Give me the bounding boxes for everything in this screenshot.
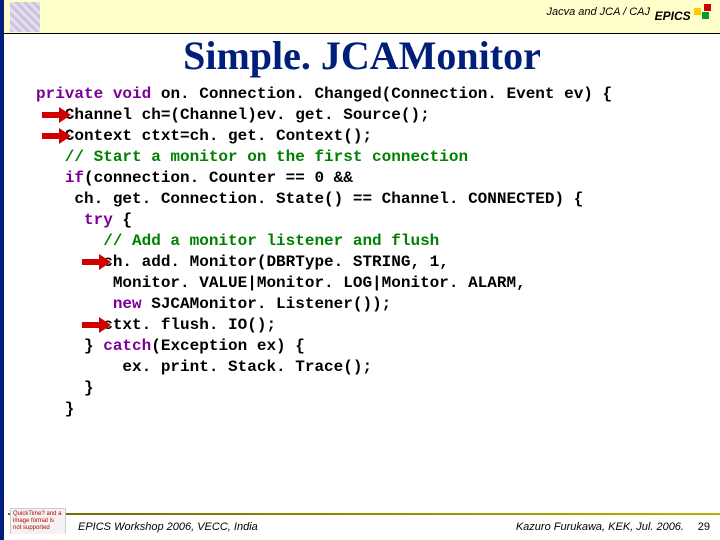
bottom-edge — [4, 534, 720, 540]
kw-void: void — [113, 85, 151, 103]
code-l11c: SJCAMonitor. Listener()); — [142, 295, 392, 313]
code-l4: // Start a monitor on the first connecti… — [36, 148, 468, 166]
kw-private: private — [36, 85, 103, 103]
code-l12: ctxt. flush. IO(); — [36, 316, 276, 334]
epics-squares-icon — [694, 2, 714, 20]
slide: Jacva and JCA / CAJ EPICS Simple. JCAMon… — [0, 0, 720, 540]
running-title: Jacva and JCA / CAJ — [546, 6, 650, 18]
arrow-icon — [42, 108, 72, 122]
arrow-icon — [82, 318, 112, 332]
slide-title: Simple. JCAMonitor — [4, 32, 720, 79]
arrow-icon — [42, 129, 72, 143]
footer-divider — [8, 513, 720, 515]
code-l14: ex. print. Stack. Trace(); — [36, 358, 372, 376]
page-number: 29 — [698, 521, 710, 533]
code-l6: ch. get. Connection. State() == Channel.… — [36, 190, 583, 208]
code-l7c: { — [113, 211, 132, 229]
footer-right: Kazuro Furukawa, KEK, Jul. 2006. — [516, 521, 684, 533]
code-l2: Channel ch=(Channel)ev. get. Source(); — [36, 106, 430, 124]
code-l1d: on. Connection. Changed(Connection. Even… — [151, 85, 612, 103]
epics-badge: EPICS — [655, 2, 714, 23]
code-l5c: (connection. Counter == 0 && — [84, 169, 353, 187]
code-block: private void on. Connection. Changed(Con… — [36, 84, 700, 420]
kw-new: new — [113, 295, 142, 313]
code-l13c: (Exception ex) { — [151, 337, 305, 355]
kw-catch: catch — [103, 337, 151, 355]
kw-if: if — [65, 169, 84, 187]
code-l10: Monitor. VALUE|Monitor. LOG|Monitor. ALA… — [36, 274, 526, 292]
arrow-icon — [82, 255, 112, 269]
logo-placeholder — [10, 2, 40, 32]
epics-badge-text: EPICS — [655, 9, 691, 23]
footer-left: EPICS Workshop 2006, VECC, India — [78, 521, 258, 533]
code-l16: } — [36, 400, 74, 418]
kw-try: try — [84, 211, 113, 229]
code-l3: Context ctxt=ch. get. Context(); — [36, 127, 372, 145]
code-l15: } — [36, 379, 94, 397]
code-l8: // Add a monitor listener and flush — [36, 232, 439, 250]
